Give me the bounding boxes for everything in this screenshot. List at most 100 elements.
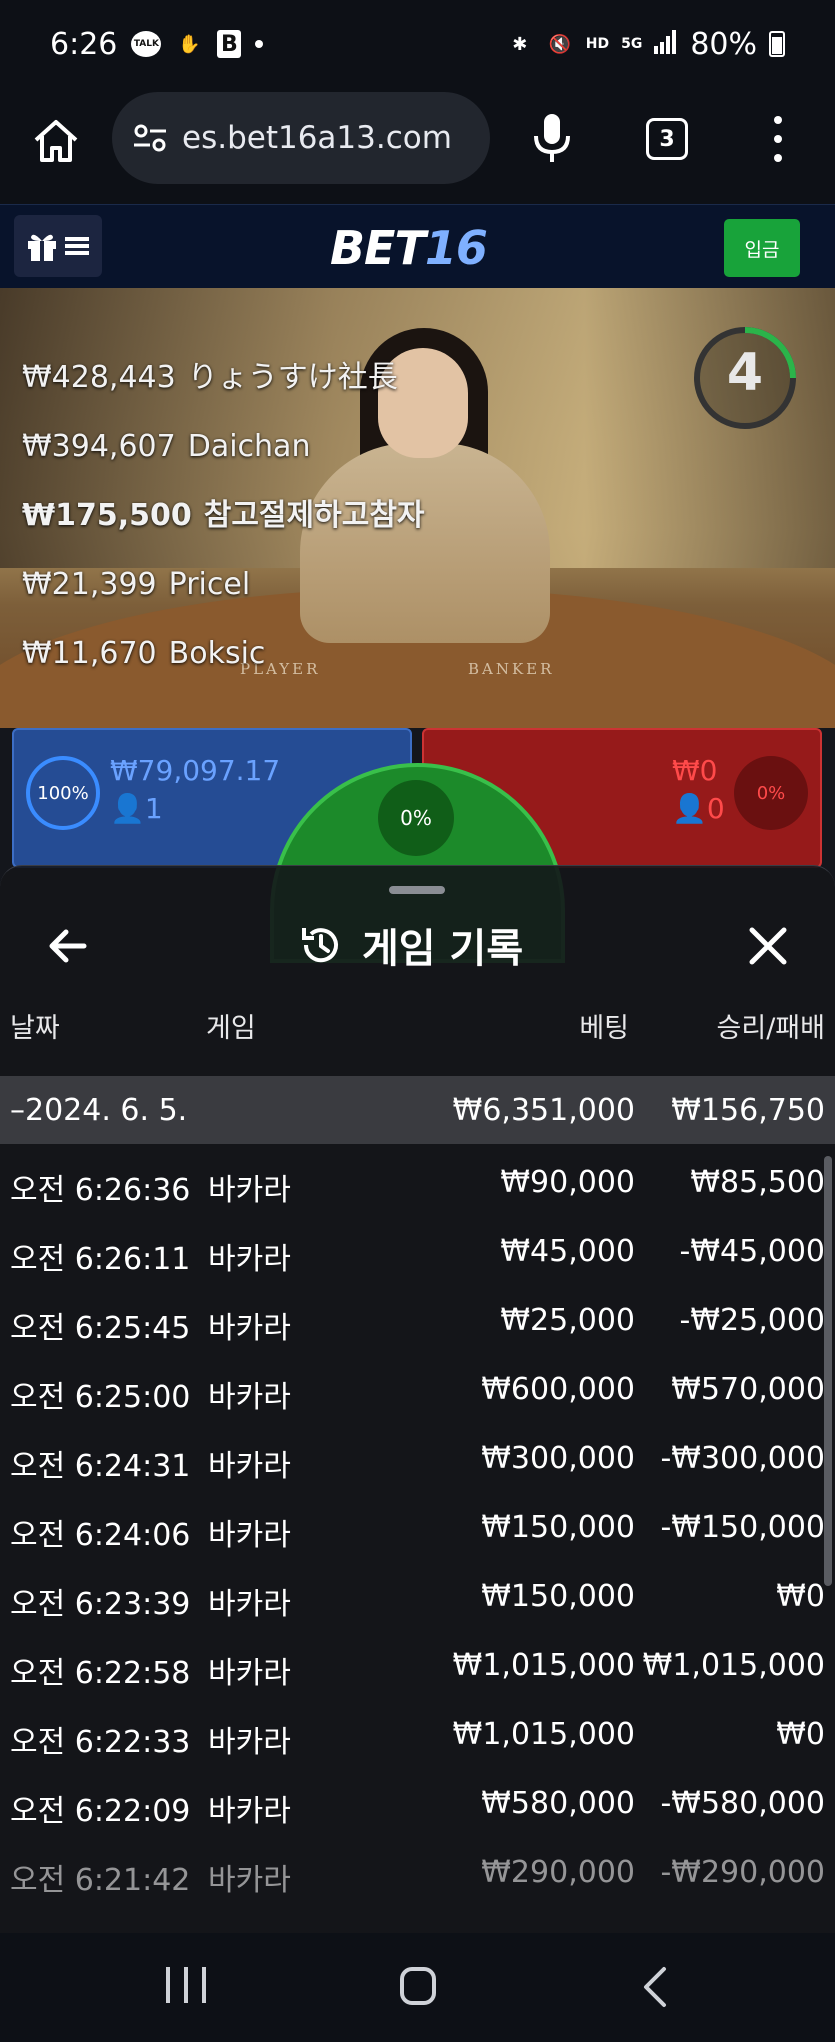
history-row[interactable]: 오전 6:26:11 바카라 ₩45,000 -₩45,000 <box>0 1220 835 1289</box>
row-time: 오전 6:26:36 <box>10 1173 191 1208</box>
leaderboard-row: ₩11,670 Boksic <box>22 636 425 705</box>
url-text: es.bet16a13.com <box>182 120 452 156</box>
site-settings-icon[interactable] <box>132 120 168 156</box>
player-count-value: 1 <box>144 792 163 825</box>
row-game: 바카라 <box>208 1794 291 1829</box>
row-result: ₩570,000 <box>671 1372 825 1407</box>
row-result: -₩290,000 <box>660 1855 825 1890</box>
banker-bet-count: 👤0 <box>672 792 725 825</box>
leaderboard-row: ₩394,607 Daichan <box>22 429 425 498</box>
row-bet: ₩580,000 <box>481 1786 635 1821</box>
kebab-dot-icon <box>774 154 782 162</box>
column-header-game[interactable]: 게임 <box>206 1006 256 1045</box>
hd-voice-icon: HD <box>585 36 610 52</box>
mute-icon: 🔇 <box>548 33 571 55</box>
history-row[interactable]: 오전 6:24:31 바카라 ₩300,000 -₩300,000 <box>0 1427 835 1496</box>
history-row[interactable]: 오전 6:25:45 바카라 ₩25,000 -₩25,000 <box>0 1289 835 1358</box>
history-icon <box>302 928 338 963</box>
leaderboard-name: Daichan <box>187 429 311 464</box>
browser-home-button[interactable] <box>30 116 82 168</box>
voice-search-button[interactable] <box>530 112 574 164</box>
history-row[interactable]: 오전 6:21:42 바카라 ₩290,000 -₩290,000 <box>0 1841 835 1910</box>
summary-bet: ₩6,351,000 <box>452 1092 635 1128</box>
row-time: 오전 6:22:09 <box>10 1794 191 1829</box>
column-header-bet[interactable]: 베팅 <box>579 1006 629 1045</box>
row-result: -₩300,000 <box>660 1441 825 1476</box>
row-time: 오전 6:23:39 <box>10 1587 191 1622</box>
column-header-date[interactable]: 날짜 <box>10 1006 60 1045</box>
hamburger-icon <box>65 237 89 255</box>
row-game: 바카라 <box>208 1380 291 1415</box>
back-button[interactable] <box>44 922 92 970</box>
row-result: -₩580,000 <box>660 1786 825 1821</box>
history-row[interactable]: 오전 6:26:36 바카라 ₩90,000 ₩85,500 <box>0 1151 835 1220</box>
row-time: 오전 6:21:42 <box>10 1863 191 1898</box>
browser-toolbar: es.bet16a13.com 3 <box>0 88 835 204</box>
leaderboard-amount: ₩21,399 <box>22 567 157 602</box>
date-summary-row[interactable]: –2024. 6. 5. ₩6,351,000 ₩156,750 <box>0 1076 835 1144</box>
history-row[interactable]: 오전 6:22:33 바카라 ₩1,015,000 ₩0 <box>0 1703 835 1772</box>
recent-apps-button[interactable] <box>166 1967 206 2007</box>
column-header-result[interactable]: 승리/패배 <box>717 1006 825 1045</box>
row-bet: ₩600,000 <box>481 1372 635 1407</box>
row-game: 바카라 <box>208 1863 291 1898</box>
row-result: -₩45,000 <box>679 1234 825 1269</box>
tab-switcher-button[interactable]: 3 <box>646 118 688 160</box>
kakaotalk-icon: TALK <box>131 31 162 57</box>
url-bar[interactable]: es.bet16a13.com <box>112 92 490 184</box>
sheet-drag-handle[interactable] <box>389 886 445 894</box>
row-game: 바카라 <box>208 1311 291 1346</box>
leaderboard-row: ₩175,500 참고절제하고참자 <box>22 498 425 567</box>
recent-apps-icon <box>166 1967 170 2003</box>
row-result: ₩1,015,000 <box>642 1648 825 1683</box>
battery-icon <box>769 31 785 57</box>
leaderboard-amount: ₩175,500 <box>22 498 192 533</box>
user-icon: 👤 <box>672 792 707 825</box>
row-bet: ₩150,000 <box>481 1510 635 1545</box>
status-time: 6:26 <box>50 26 118 62</box>
browser-menu-button[interactable] <box>770 116 786 162</box>
history-row[interactable]: 오전 6:22:58 바카라 ₩1,015,000 ₩1,015,000 <box>0 1634 835 1703</box>
leaderboard-amount: ₩11,670 <box>22 636 157 671</box>
site-logo[interactable]: BET16 <box>330 221 488 275</box>
history-row[interactable]: 오전 6:25:00 바카라 ₩600,000 ₩570,000 <box>0 1358 835 1427</box>
row-bet: ₩150,000 <box>481 1579 635 1614</box>
history-scrollbar[interactable] <box>824 1156 832 1586</box>
history-row[interactable]: 오전 6:23:39 바카라 ₩150,000 ₩0 <box>0 1565 835 1634</box>
gift-menu-button[interactable] <box>14 215 102 277</box>
row-bet: ₩25,000 <box>500 1303 635 1338</box>
winners-leaderboard: ₩428,443 りょうすけ社長 ₩394,607 Daichan ₩175,500… <box>22 360 425 705</box>
row-bet: ₩1,015,000 <box>452 1717 635 1752</box>
back-nav-button[interactable] <box>636 1965 676 2009</box>
deposit-button[interactable]: 입금 <box>724 219 800 277</box>
history-row[interactable]: 오전 6:24:06 바카라 ₩150,000 -₩150,000 <box>0 1496 835 1565</box>
leaderboard-name: 참고절제하고참자 <box>203 498 425 533</box>
close-button[interactable] <box>744 922 792 970</box>
home-button[interactable] <box>400 1967 436 2005</box>
b-app-icon: B <box>217 30 242 58</box>
row-result: -₩25,000 <box>679 1303 825 1338</box>
row-time: 오전 6:25:00 <box>10 1380 191 1415</box>
row-time: 오전 6:22:33 <box>10 1725 191 1760</box>
row-bet: ₩90,000 <box>500 1165 635 1200</box>
chevron-left-icon <box>644 1967 666 2007</box>
row-game: 바카라 <box>208 1449 291 1484</box>
player-bet-count: 👤1 <box>110 792 163 825</box>
history-list: 오전 6:26:36 바카라 ₩90,000 ₩85,500 오전 6:26:1… <box>0 1151 835 1910</box>
game-history-sheet: 게임 기록 날짜 게임 베팅 승리/패배 –2024. 6. 5. ₩6,351… <box>0 865 835 1933</box>
battery-percent: 80% <box>690 26 757 62</box>
summary-result: ₩156,750 <box>671 1092 825 1128</box>
row-bet: ₩45,000 <box>500 1234 635 1269</box>
live-dealer-video: PLAYER BANKER ₩428,443 りょうすけ社長 ₩394,607 Da… <box>0 288 835 728</box>
row-game: 바카라 <box>208 1518 291 1553</box>
leaderboard-name: りょうすけ社長 <box>187 360 398 395</box>
banker-percent: 0% <box>734 756 808 830</box>
row-time: 오전 6:26:11 <box>10 1242 191 1277</box>
history-row[interactable]: 오전 6:22:09 바카라 ₩580,000 -₩580,000 <box>0 1772 835 1841</box>
notification-dot-icon <box>255 40 264 48</box>
banker-bet-amount: ₩0 <box>672 754 718 787</box>
leaderboard-row: ₩21,399 Pricel <box>22 567 425 636</box>
row-game: 바카라 <box>208 1242 291 1277</box>
arrow-left-icon <box>49 929 87 963</box>
row-result: -₩150,000 <box>660 1510 825 1545</box>
